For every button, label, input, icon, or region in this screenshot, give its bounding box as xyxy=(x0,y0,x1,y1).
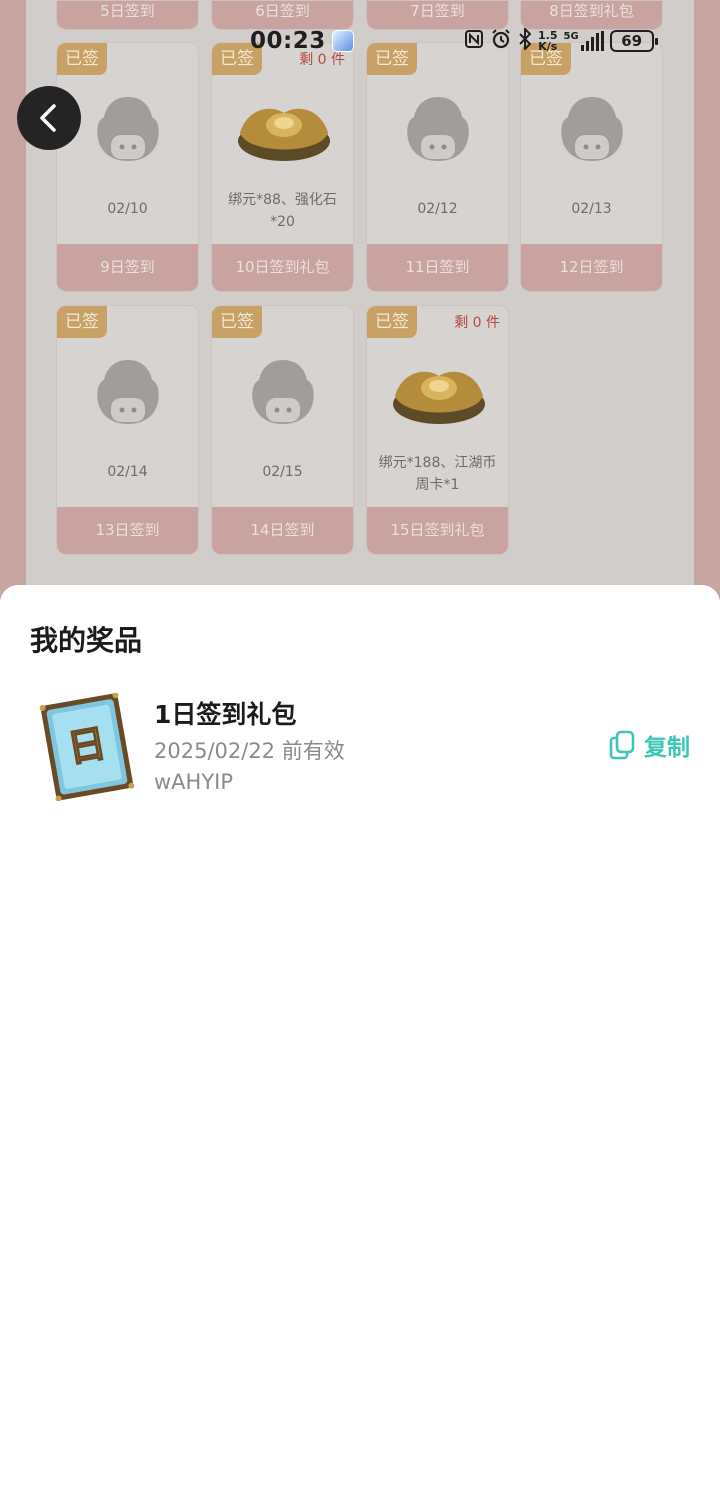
card-label: 11日签到 xyxy=(367,244,508,291)
signed-badge: 已签 xyxy=(367,306,417,338)
app-notification-icon xyxy=(331,30,354,52)
bluetooth-icon xyxy=(518,26,532,55)
signin-card: 已签 剩 0 件 绑元*88、强化石*20 10日签到礼包 xyxy=(211,42,354,292)
signed-badge: 已签 xyxy=(367,43,417,75)
card-label: 6日签到 xyxy=(212,1,353,29)
signal-icon: 5G xyxy=(564,31,604,51)
remaining-count: 剩 0 件 xyxy=(454,315,500,331)
mascot-placeholder-icon xyxy=(252,360,314,424)
alarm-icon xyxy=(490,28,512,55)
status-time: 00:23 xyxy=(250,28,326,54)
back-arrow-icon xyxy=(40,104,56,132)
card-label: 13日签到 xyxy=(57,507,198,554)
mascot-placeholder-icon xyxy=(561,97,623,161)
signed-badge: 已签 xyxy=(57,306,107,338)
background-page: 5日签到 6日签到 7日签到 8日签到礼包 已签 02/10 9日签到 已签 剩… xyxy=(0,0,720,600)
mascot-placeholder-icon xyxy=(97,97,159,161)
copy-icon xyxy=(609,730,635,760)
speed-unit: K/s xyxy=(538,40,558,53)
card-date: 02/14 xyxy=(107,464,148,480)
card-date: 02/10 xyxy=(107,201,148,217)
my-prizes-sheet: 我的奖品 日 1日签到礼包 2025/02/22 前有效 wAHYIP 复制 xyxy=(0,585,720,1485)
battery-icon: 69 xyxy=(609,30,658,52)
signin-card: 已签 02/13 12日签到 xyxy=(520,42,663,292)
card-label: 12日签到 xyxy=(521,244,662,291)
signin-card: 已签 02/12 11日签到 xyxy=(366,42,509,292)
status-bar-right: 1.5 K/s 5G 69 xyxy=(464,26,658,56)
signin-card: 已签 02/14 13日签到 xyxy=(56,305,199,555)
signin-grid: 5日签到 6日签到 7日签到 8日签到礼包 已签 02/10 9日签到 已签 剩… xyxy=(26,0,694,600)
card-label: 15日签到礼包 xyxy=(367,507,508,554)
card-label: 5日签到 xyxy=(57,1,198,29)
nfc-icon xyxy=(464,29,484,54)
signed-badge: 已签 xyxy=(212,306,262,338)
card-label: 7日签到 xyxy=(367,1,508,29)
mascot-placeholder-icon xyxy=(97,360,159,424)
card-label: 10日签到礼包 xyxy=(212,244,353,291)
card-reward-desc: 绑元*88、强化石*20 xyxy=(228,192,337,230)
card-reward-desc: 绑元*188、江湖币周卡*1 xyxy=(378,455,497,493)
card-glyph: 日 xyxy=(64,721,109,771)
signed-badge: 已签 xyxy=(57,43,107,75)
copy-label: 复制 xyxy=(644,735,690,761)
card-date: 02/15 xyxy=(262,464,303,480)
copy-button[interactable]: 复制 xyxy=(608,727,690,763)
signin-card: 已签 02/15 14日签到 xyxy=(211,305,354,555)
prize-item: 日 1日签到礼包 2025/02/22 前有效 wAHYIP 复制 xyxy=(30,691,690,801)
prize-expiry: 2025/02/22 前有效 xyxy=(154,739,345,763)
card-date: 02/12 xyxy=(417,201,458,217)
card-label: 14日签到 xyxy=(212,507,353,554)
card-label: 9日签到 xyxy=(57,244,198,291)
gold-ingot-icon xyxy=(238,108,330,161)
signin-card: 已签 剩 0 件 绑元*188、江湖币周卡*1 15日签到礼包 xyxy=(366,305,509,555)
gift-card-image: 日 xyxy=(39,693,135,801)
redeem-code: wAHYIP xyxy=(154,770,234,794)
back-button[interactable] xyxy=(17,86,81,150)
signin-card: 5日签到 xyxy=(56,0,199,30)
mascot-placeholder-icon xyxy=(407,97,469,161)
sheet-title: 我的奖品 xyxy=(30,624,143,657)
network-speed: 1.5 K/s xyxy=(538,30,558,52)
gold-ingot-icon xyxy=(393,371,485,424)
prize-name: 1日签到礼包 xyxy=(154,700,297,729)
card-label: 8日签到礼包 xyxy=(521,1,662,29)
network-type: 5G xyxy=(563,31,579,42)
card-date: 02/13 xyxy=(571,201,612,217)
signin-card: 已签 02/10 9日签到 xyxy=(56,42,199,292)
status-bar-left: 00:23 xyxy=(250,26,354,56)
